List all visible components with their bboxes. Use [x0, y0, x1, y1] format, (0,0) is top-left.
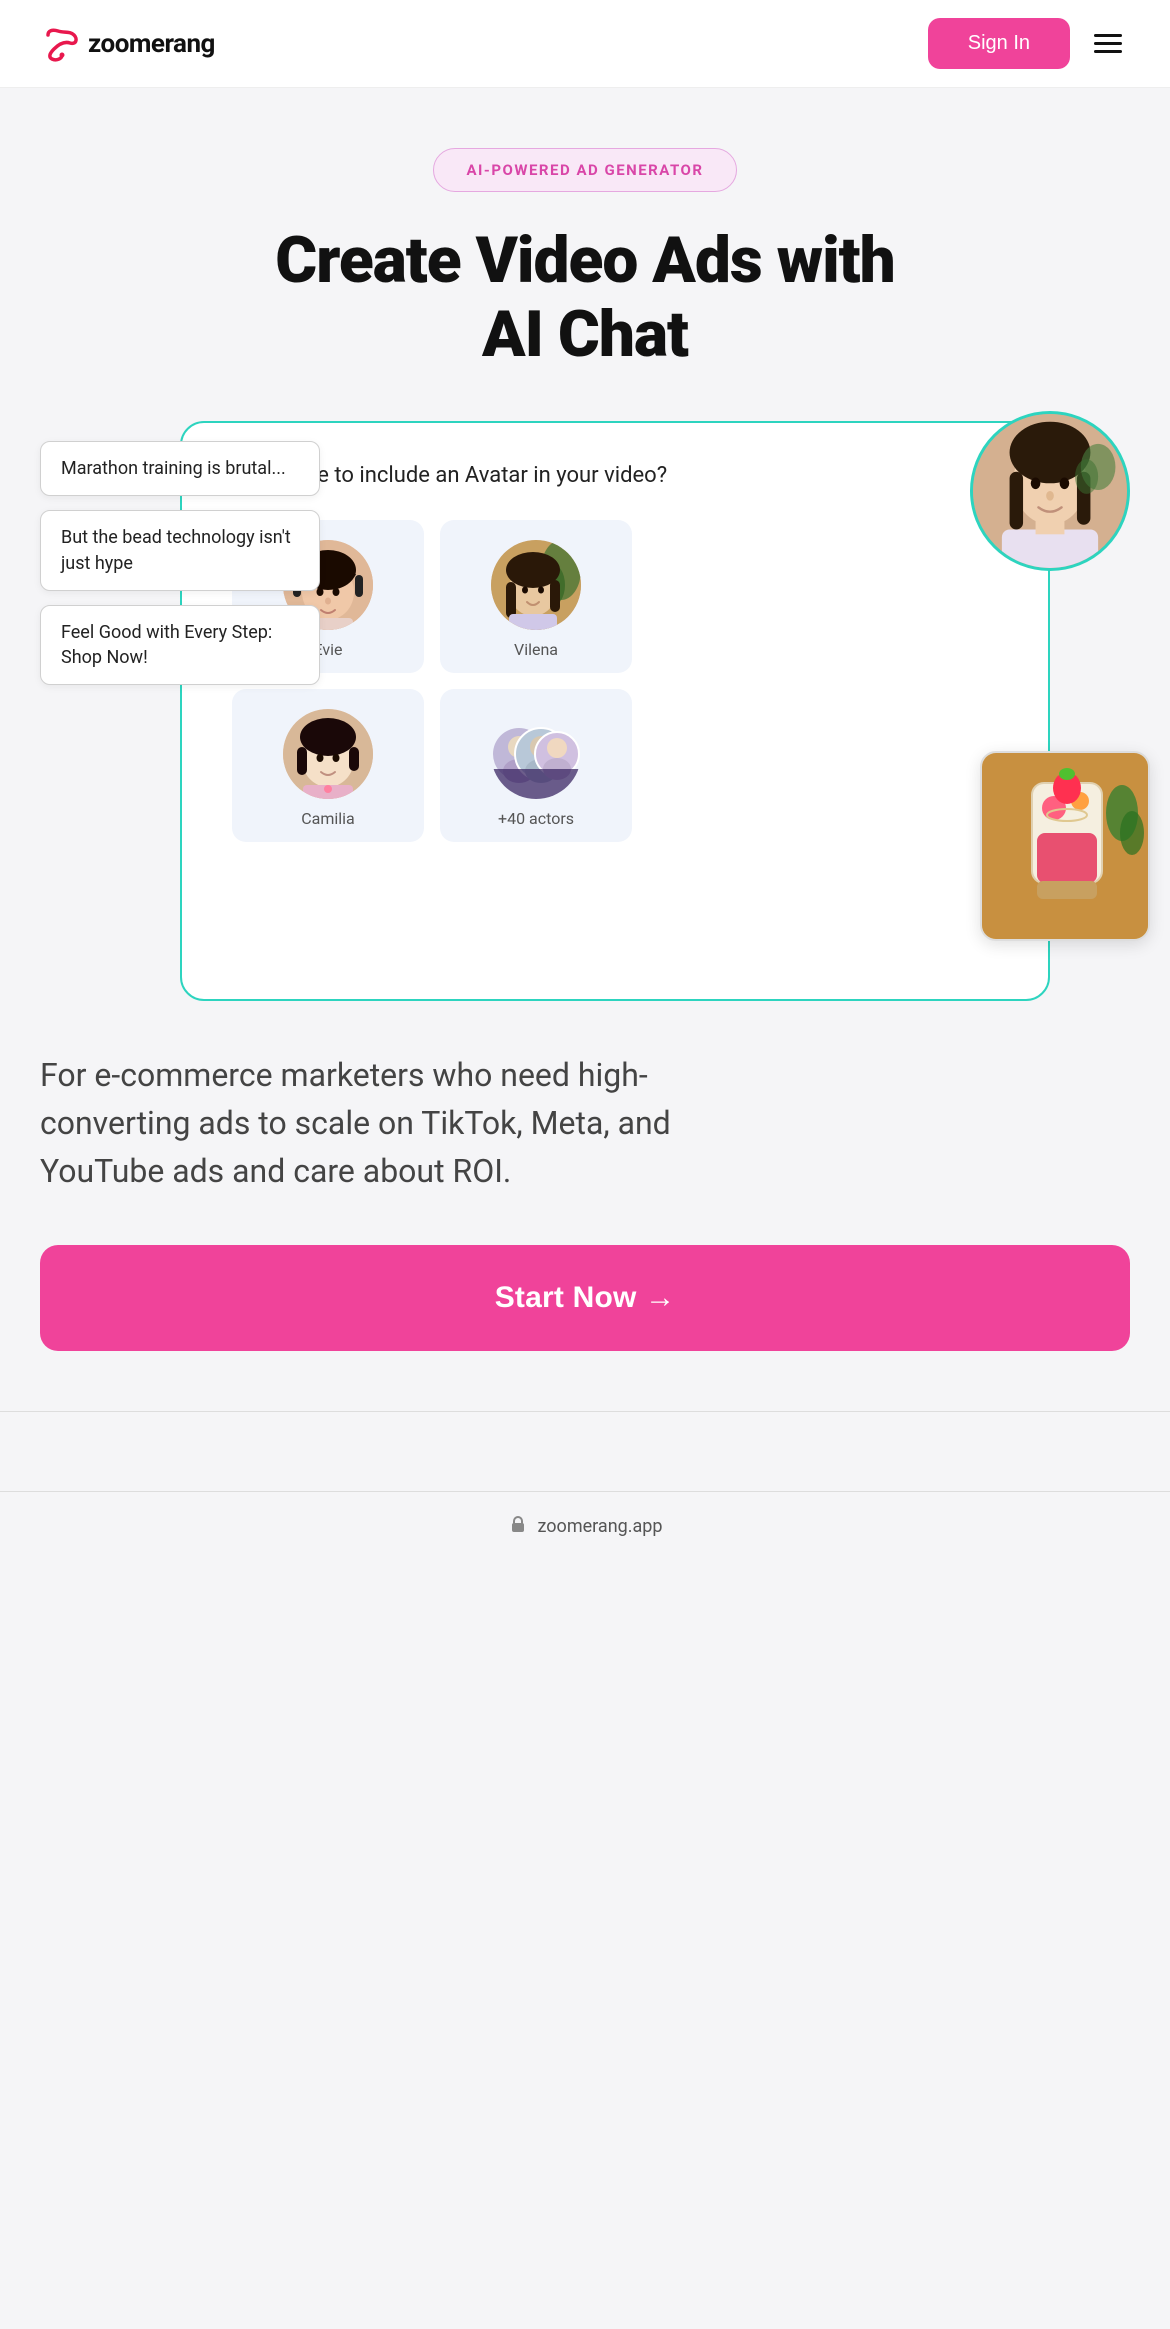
demo-area: Marathon training is brutal... But the b… — [40, 421, 1130, 1001]
divider — [0, 1411, 1170, 1491]
chat-bubbles: Marathon training is brutal... But the b… — [40, 441, 320, 685]
menu-button[interactable] — [1086, 26, 1130, 61]
header-actions: Sign In — [928, 18, 1130, 69]
hero-title-line1: Create Video Ads with — [275, 223, 895, 298]
ui-card-question: ld you like to include an Avatar in your… — [232, 463, 998, 488]
bottom-bar: zoomerang.app — [0, 1491, 1170, 1560]
badge-wrapper: AI-POWERED AD GENERATOR — [40, 148, 1130, 192]
hamburger-line-1 — [1094, 34, 1122, 37]
chat-bubble-2: But the bead technology isn't just hype — [40, 510, 320, 590]
main-content: AI-POWERED AD GENERATOR Create Video Ads… — [0, 88, 1170, 1001]
hamburger-line-3 — [1094, 50, 1122, 53]
product-img-svg — [982, 753, 1150, 941]
avatar-face-svg — [973, 411, 1127, 571]
actor-avatar-vilena — [491, 540, 581, 630]
ai-badge: AI-POWERED AD GENERATOR — [433, 148, 736, 192]
lock-icon — [508, 1514, 528, 1538]
logo-text: zoomerang — [88, 29, 215, 59]
header: zoomerang Sign In — [0, 0, 1170, 88]
actor-cell-camilia[interactable]: Camilia — [232, 689, 424, 842]
start-now-button[interactable]: Start Now → — [40, 1245, 1130, 1351]
hero-title-line2: AI Chat — [482, 297, 688, 372]
tagline-section: For e-commerce marketers who need high-c… — [0, 1001, 1170, 1195]
chat-bubble-3: Feel Good with Every Step: Shop Now! — [40, 605, 320, 685]
logo-icon — [40, 23, 82, 65]
actor-cell-vilena[interactable]: Vilena — [440, 520, 632, 673]
product-image — [980, 751, 1150, 941]
tagline-text: For e-commerce marketers who need high-c… — [40, 1051, 720, 1195]
hero-title: Create Video Ads with AI Chat — [40, 224, 1130, 371]
actor-cell-more[interactable]: +40 actors — [440, 689, 632, 842]
chat-bubble-1: Marathon training is brutal... — [40, 441, 320, 496]
cta-section: Start Now → — [0, 1195, 1170, 1411]
actor-name-camilia: Camilia — [301, 809, 355, 828]
logo[interactable]: zoomerang — [40, 23, 215, 65]
sign-in-button[interactable]: Sign In — [928, 18, 1070, 69]
hamburger-line-2 — [1094, 42, 1122, 45]
footer-url: zoomerang.app — [538, 1516, 663, 1537]
actor-name-vilena: Vilena — [514, 640, 558, 659]
actor-avatar-camilia — [283, 709, 373, 799]
actor-name-more: +40 actors — [498, 809, 574, 828]
avatar-top-right — [970, 411, 1130, 571]
actor-more-overlay — [491, 709, 581, 799]
